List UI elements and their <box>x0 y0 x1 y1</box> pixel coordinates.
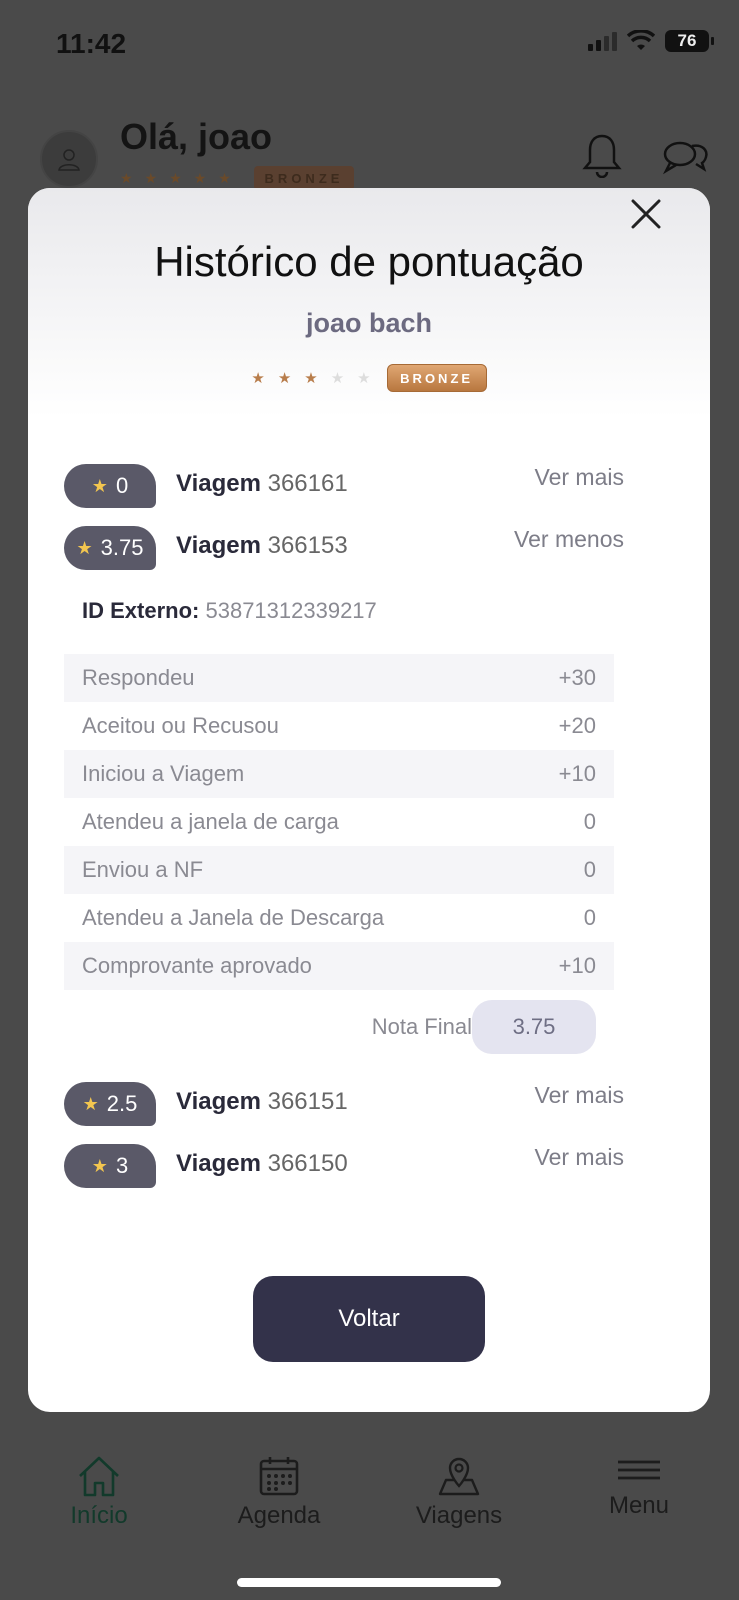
score-value: 0 <box>115 473 129 498</box>
home-icon <box>79 1456 119 1497</box>
external-id: ID Externo: 53871312339217 <box>82 598 377 624</box>
final-score-label: Nota Final <box>371 1014 472 1039</box>
score-history-modal: Histórico de pontuação joao bach ★ ★ ★ ★ ★ B… <box>28 188 710 1412</box>
star-icon: ★ <box>91 1155 108 1176</box>
back-button[interactable]: Voltar <box>253 1276 485 1362</box>
avatar[interactable] <box>40 130 98 188</box>
star-icon: ★ <box>251 370 265 387</box>
score-pill: ★ 3.75 <box>64 526 156 570</box>
tab-label: Agenda <box>237 1502 321 1529</box>
trip-row[interactable]: ★ 3 Viagem 366150 Ver mais <box>64 1144 624 1192</box>
ver-mais-link[interactable]: Ver mais <box>535 464 624 491</box>
trip-id: 366153 <box>267 532 348 559</box>
final-score: Nota Final 3.75 <box>64 1000 614 1054</box>
star-icon: ★ <box>91 475 108 496</box>
score-pill: ★ 0 <box>64 464 156 508</box>
rating-stars: ★ ★ ★ ★ ★ <box>251 369 370 387</box>
header-rating-stars: ★★★★★ <box>120 170 243 186</box>
home-indicator <box>237 1578 501 1587</box>
tab-label: Início <box>70 1502 128 1529</box>
calendar-icon <box>259 1457 299 1496</box>
table-row: Aceitou ou Recusou +20 <box>82 713 596 738</box>
star-icon: ★ <box>82 1093 99 1114</box>
star-icon: ★ <box>76 537 93 558</box>
battery-indicator: 76 <box>665 30 714 52</box>
score-value: 3 <box>115 1153 129 1178</box>
table-row: Iniciou a Viagem +10 <box>64 750 614 798</box>
greeting: Olá, joao <box>120 116 273 157</box>
status-bar: 11:42 76 <box>0 0 739 90</box>
user-icon <box>58 149 80 171</box>
trip-label: Viagem 366150 <box>176 1150 348 1177</box>
modal-title: Histórico de pontuação <box>154 238 584 285</box>
signal-icon <box>588 31 617 51</box>
tab-menu[interactable]: Menu <box>564 1454 714 1520</box>
score-value: 2.5 <box>106 1091 138 1116</box>
rating-row: ★ ★ ★ ★ ★ BRONZE <box>28 364 710 392</box>
star-icon: ★ <box>330 370 345 387</box>
table-row: Enviou a NF 0 <box>64 846 614 894</box>
final-score-value: 3.75 <box>472 1000 596 1054</box>
star-icon: ★ <box>304 370 318 387</box>
modal-username: joao bach <box>305 308 433 338</box>
bell-icon[interactable] <box>582 132 622 178</box>
external-id-value: 53871312339217 <box>205 598 377 623</box>
trip-id: 366150 <box>267 1150 348 1177</box>
close-icon[interactable] <box>628 196 664 232</box>
trip-id: 366151 <box>267 1088 348 1115</box>
external-id-label: ID Externo: <box>82 598 200 623</box>
table-row: Comprovante aprovado +10 <box>64 942 614 990</box>
trip-id: 366161 <box>267 470 348 497</box>
tab-agenda[interactable]: Agenda <box>204 1454 354 1530</box>
table-row: Atendeu a janela de carga 0 <box>82 809 596 834</box>
map-pin-icon <box>438 1457 480 1496</box>
tab-label: Viagens <box>415 1502 503 1529</box>
tab-viagens[interactable]: Viagens <box>384 1454 534 1530</box>
score-pill: ★ 3 <box>64 1144 156 1188</box>
chat-icon[interactable] <box>662 134 710 176</box>
header-rank-badge: BRONZE <box>254 166 354 190</box>
trip-row[interactable]: ★ 2.5 Viagem 366151 Ver mais <box>64 1082 624 1130</box>
app-header: Olá, joao ★★★★★ BRONZE <box>0 110 739 200</box>
trip-row[interactable]: ★ 0 Viagem 366161 Ver mais <box>64 464 624 512</box>
score-value: 3.75 <box>100 535 144 560</box>
score-pill: ★ 2.5 <box>64 1082 156 1126</box>
trip-label: Viagem 366151 <box>176 1088 348 1115</box>
tab-inicio[interactable]: Início <box>24 1454 174 1530</box>
status-icons: 76 <box>588 30 714 52</box>
rank-badge: BRONZE <box>386 364 487 392</box>
wifi-icon <box>627 30 655 50</box>
ver-mais-link[interactable]: Ver mais <box>535 1144 624 1171</box>
tab-bar: Início Agenda Viagens Menu <box>0 1440 739 1600</box>
star-icon: ★ <box>277 370 292 387</box>
ver-mais-link[interactable]: Ver mais <box>535 1082 624 1109</box>
trip-row[interactable]: ★ 3.75 Viagem 366153 Ver menos <box>64 526 624 574</box>
menu-icon <box>618 1460 660 1480</box>
table-row: Respondeu +30 <box>64 654 614 702</box>
trip-label: Viagem 366161 <box>176 470 348 497</box>
trip-label: Viagem 366153 <box>176 532 348 559</box>
status-time: 11:42 <box>56 28 127 59</box>
score-breakdown-table: Respondeu +30 Aceitou ou Recusou +20 Inici… <box>64 654 614 990</box>
ver-menos-link[interactable]: Ver menos <box>514 526 624 553</box>
tab-label: Menu <box>608 1492 670 1519</box>
star-icon: ★ <box>357 370 371 387</box>
table-row: Atendeu a Janela de Descarga 0 <box>82 905 596 930</box>
